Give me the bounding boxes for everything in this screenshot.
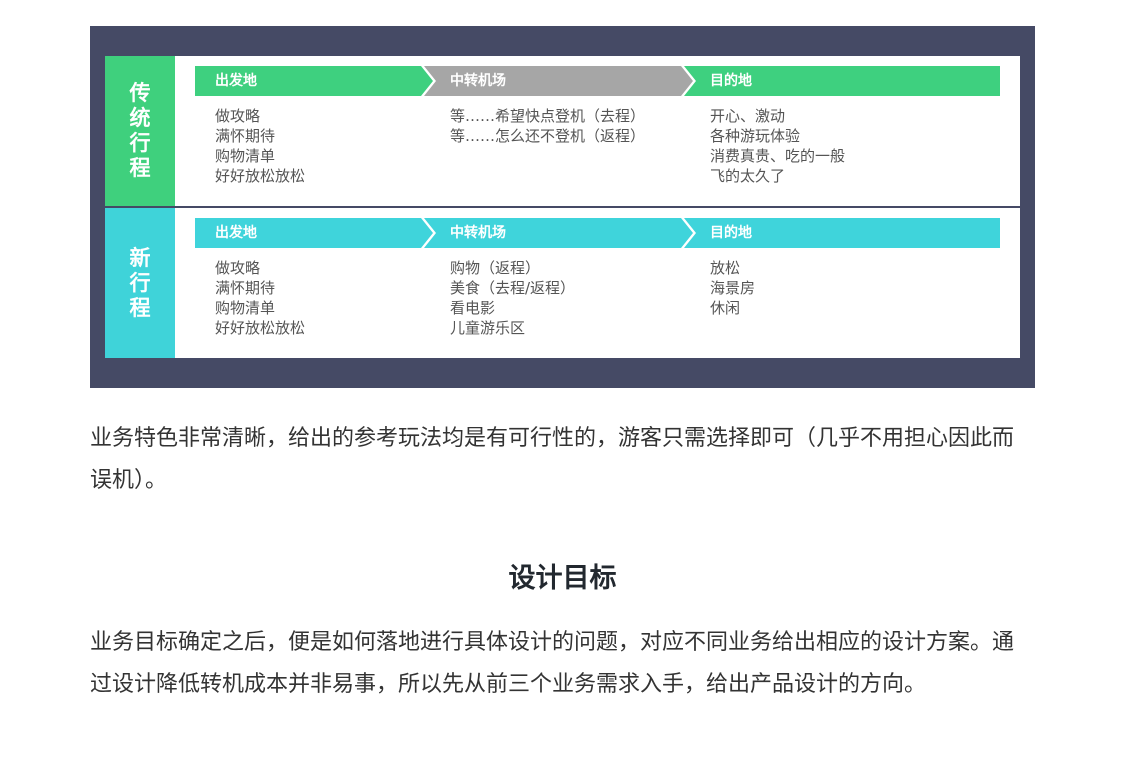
stage-departure: 出发地 <box>195 218 435 248</box>
note-item: 好好放松放松 <box>215 167 306 185</box>
departure-notes: 做攻略 满怀期待 购物清单 好好放松放松 <box>215 258 305 338</box>
note-item: 满怀期待 <box>215 279 276 297</box>
stage-transfer-airport: 中转机场 <box>423 218 695 248</box>
note-item: 等……怎么还不登机（返程） <box>450 127 646 145</box>
row-label-traditional: 传 统 行 程 <box>105 56 175 206</box>
row-label-char: 新 <box>129 245 151 270</box>
departure-notes: 做攻略 满怀期待 购物清单 好好放松放松 <box>215 106 305 186</box>
note-item: 美食（去程/返程） <box>450 279 576 297</box>
note-item: 海景房 <box>710 279 756 297</box>
note-item: 看电影 <box>450 299 496 317</box>
note-item: 购物（返程） <box>450 259 541 277</box>
note-item: 儿童游乐区 <box>450 319 526 337</box>
note-item: 做攻略 <box>215 259 261 277</box>
row-label-char: 程 <box>129 156 151 180</box>
row-label-char: 传 <box>129 81 151 105</box>
row-label-new: 新 行 程 <box>105 208 175 358</box>
stage-bar: 出发地 中转机场 目的地 <box>195 66 1000 96</box>
new-journey-row: 新 行 程 出发地 中转机场 目的地 做攻略 满怀期待 购物清单 好好放松放松 … <box>105 208 1020 358</box>
row-label-char: 行 <box>129 131 151 155</box>
journey-comparison-figure: 传 统 行 程 出发地 中转机场 目的地 做攻略 满怀期待 购物清单 好好放松放… <box>90 26 1035 388</box>
body-paragraph: 业务特色非常清晰，给出的参考玩法均是有可行性的，游客只需选择即可（几乎不用担心因… <box>90 426 1015 493</box>
note-item: 各种游玩体验 <box>710 127 801 145</box>
note-item: 做攻略 <box>215 107 261 125</box>
note-item: 等……希望快点登机（去程） <box>450 107 646 125</box>
stage-transfer-airport: 中转机场 <box>423 66 695 96</box>
destination-notes: 开心、激动 各种游玩体验 消费真贵、吃的一般 飞的太久了 <box>710 106 845 186</box>
note-item: 消费真贵、吃的一般 <box>710 147 846 165</box>
stage-destination: 目的地 <box>683 66 1000 96</box>
note-item: 满怀期待 <box>215 127 276 145</box>
note-item: 飞的太久了 <box>710 167 786 185</box>
transfer-notes: 等……希望快点登机（去程） 等……怎么还不登机（返程） <box>450 106 645 146</box>
stage-departure: 出发地 <box>195 66 435 96</box>
note-item: 放松 <box>710 259 741 277</box>
body-paragraph: 业务目标确定之后，便是如何落地进行具体设计的问题，对应不同业务给出相应的设计方案… <box>90 630 1015 697</box>
note-item: 开心、激动 <box>710 107 786 125</box>
note-item: 购物清单 <box>215 147 276 165</box>
row-label-char: 程 <box>129 295 151 320</box>
stage-bar: 出发地 中转机场 目的地 <box>195 218 1000 248</box>
stage-destination: 目的地 <box>683 218 1000 248</box>
note-item: 好好放松放松 <box>215 319 306 337</box>
traditional-journey-row: 传 统 行 程 出发地 中转机场 目的地 做攻略 满怀期待 购物清单 好好放松放… <box>105 56 1020 206</box>
note-item: 购物清单 <box>215 299 276 317</box>
note-item: 休闲 <box>710 299 741 317</box>
destination-notes: 放松 海景房 休闲 <box>710 258 755 318</box>
row-label-char: 行 <box>129 270 151 295</box>
journey-panel: 传 统 行 程 出发地 中转机场 目的地 做攻略 满怀期待 购物清单 好好放松放… <box>105 56 1020 358</box>
row-label-char: 统 <box>129 106 151 130</box>
transfer-notes: 购物（返程） 美食（去程/返程） 看电影 儿童游乐区 <box>450 258 575 338</box>
section-heading: 设计目标 <box>508 563 617 594</box>
